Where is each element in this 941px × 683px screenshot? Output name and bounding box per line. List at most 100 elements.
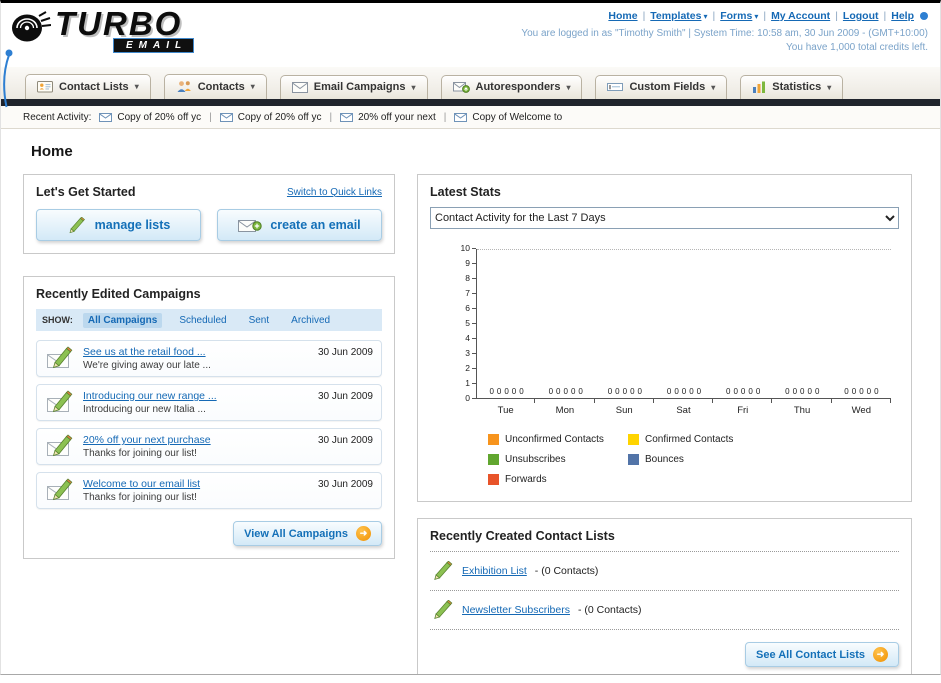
recent-activity-item[interactable]: Copy of Welcome to bbox=[454, 112, 562, 123]
recent-activity-item[interactable]: Copy of 20% off yc bbox=[219, 112, 322, 123]
contact-lists-icon bbox=[37, 81, 53, 93]
turbo-email-dashboard: TURBO EMAIL Home | Templates ▾ | Forms ▾ | My Ac… bbox=[0, 0, 941, 675]
campaign-text: 20% off your next purchase Thanks for joi… bbox=[83, 434, 310, 459]
credits-info: You have 1,000 total credits left. bbox=[786, 42, 928, 53]
recent-activity-link[interactable]: Copy of Welcome to bbox=[472, 112, 562, 123]
top-link-logout[interactable]: Logout bbox=[843, 10, 879, 22]
recent-activity-label: Recent Activity: bbox=[23, 111, 92, 123]
chart-bar-group: 00000 bbox=[536, 387, 595, 396]
bar-value-label: 0 bbox=[630, 387, 635, 396]
recent-activity-link[interactable]: Copy of 20% off yc bbox=[117, 112, 201, 123]
campaign-title-link[interactable]: 20% off your next purchase bbox=[83, 434, 310, 446]
chart-value-labels: 00000000000000000000000000000000000 bbox=[477, 387, 891, 396]
nav-tab-autoresponders[interactable]: Autoresponders ▾ bbox=[440, 75, 583, 99]
recent-activity-item[interactable]: 20% off your next bbox=[340, 112, 436, 123]
x-axis-label: Sat bbox=[676, 405, 691, 416]
legend-swatch bbox=[628, 454, 639, 465]
legend-label: Unsubscribes bbox=[505, 454, 566, 465]
x-axis-tickmark bbox=[595, 399, 654, 403]
top-link-home[interactable]: Home bbox=[608, 10, 637, 22]
legend-label: Bounces bbox=[645, 454, 684, 465]
chevron-down-icon: ▾ bbox=[711, 82, 716, 92]
campaign-title-link[interactable]: Introducing our new range ... bbox=[83, 390, 310, 402]
campaign-text: Introducing our new range ... Introducing… bbox=[83, 390, 310, 415]
see-all-contact-lists-button[interactable]: See All Contact Lists ➜ bbox=[744, 642, 899, 667]
top-link-my-account[interactable]: My Account bbox=[771, 10, 830, 22]
contact-list-name-link[interactable]: Exhibition List bbox=[462, 565, 527, 577]
campaign-date: 30 Jun 2009 bbox=[317, 479, 373, 490]
manage-lists-label: manage lists bbox=[94, 218, 171, 232]
recent-activity-item[interactable]: Copy of 20% off yc bbox=[99, 112, 201, 123]
login-info: You are logged in as "Timothy Smith" | S… bbox=[521, 28, 928, 39]
custom-fields-icon bbox=[607, 83, 624, 91]
contact-list-count: - (0 Contacts) bbox=[534, 565, 599, 577]
recent-activity-bar: Recent Activity: Copy of 20% off yc | Cop… bbox=[1, 106, 940, 129]
recently-edited-campaigns-panel: Recently Edited Campaigns SHOW: All Camp… bbox=[23, 276, 395, 559]
campaign-envelope-pencil-icon bbox=[47, 434, 73, 457]
chevron-down-icon: ▾ bbox=[566, 82, 571, 92]
campaign-filter-sent[interactable]: Sent bbox=[244, 313, 275, 328]
main-content: Home Let's Get Started Switch to Quick L… bbox=[1, 129, 940, 674]
campaign-text: See us at the retail food ... We're givin… bbox=[83, 346, 310, 371]
nav-tab-contact-lists[interactable]: Contact Lists ▾ bbox=[25, 74, 151, 99]
campaign-date: 30 Jun 2009 bbox=[317, 435, 373, 446]
logo-swoosh-tail bbox=[3, 49, 13, 108]
y-axis-label: 3 bbox=[465, 348, 470, 358]
manage-lists-button[interactable]: manage lists bbox=[36, 209, 201, 241]
header-right: Home | Templates ▾ | Forms ▾ | My Account | Logout… bbox=[521, 10, 928, 53]
x-axis-tickmark bbox=[476, 399, 536, 403]
chart-plot: 00000000000000000000000000000000000 bbox=[476, 249, 891, 399]
campaign-filter-all-campaigns[interactable]: All Campaigns bbox=[82, 312, 163, 328]
view-all-campaigns-button[interactable]: View All Campaigns ➜ bbox=[233, 521, 382, 546]
main-nav: Contact Lists ▾ Contacts ▾ Email Campaig… bbox=[1, 67, 940, 99]
bar-value-label: 0 bbox=[807, 387, 812, 396]
nav-tab-email-campaigns[interactable]: Email Campaigns ▾ bbox=[279, 75, 428, 99]
chart-bar-group: 00000 bbox=[654, 387, 713, 396]
legend-swatch bbox=[488, 474, 499, 485]
nav-tab-label: Email Campaigns bbox=[313, 81, 406, 93]
stats-activity-select[interactable]: Contact Activity for the Last 7 Days bbox=[430, 207, 899, 229]
separator: | bbox=[443, 111, 447, 123]
bar-value-label: 0 bbox=[785, 387, 790, 396]
campaign-list: See us at the retail food ... We're givin… bbox=[36, 340, 382, 509]
top-link-forms[interactable]: Forms bbox=[720, 10, 752, 22]
campaign-filter-scheduled[interactable]: Scheduled bbox=[174, 313, 231, 328]
view-all-campaigns-label: View All Campaigns bbox=[244, 527, 348, 540]
campaign-filter-archived[interactable]: Archived bbox=[286, 313, 335, 328]
bar-value-label: 0 bbox=[674, 387, 679, 396]
nav-tab-contacts[interactable]: Contacts ▾ bbox=[163, 74, 267, 99]
chart-x-axis: Tue Mon Sun Sat Fri Thu Wed bbox=[476, 405, 891, 416]
create-email-button[interactable]: create an email bbox=[217, 209, 382, 241]
nav-tab-custom-fields[interactable]: Custom Fields ▾ bbox=[595, 75, 728, 99]
switch-to-quick-links-link[interactable]: Switch to Quick Links bbox=[287, 187, 382, 198]
contact-lists-panel-title: Recently Created Contact Lists bbox=[430, 529, 615, 543]
legend-label: Forwards bbox=[505, 474, 547, 485]
chevron-down-icon: ▾ bbox=[250, 82, 255, 91]
legend-entry: Confirmed Contacts bbox=[628, 434, 768, 445]
nav-tab-label: Contacts bbox=[197, 80, 245, 93]
x-axis-tickmark bbox=[832, 399, 891, 403]
chart-legend: Unconfirmed Contacts Confirmed Contacts Un… bbox=[488, 434, 891, 485]
bar-value-label: 0 bbox=[681, 387, 687, 396]
contact-list-row: Newsletter Subscribers - (0 Contacts) bbox=[430, 590, 899, 629]
top-link-templates[interactable]: Templates bbox=[650, 10, 701, 22]
recent-activity-link[interactable]: 20% off your next bbox=[358, 112, 436, 123]
top-link-help[interactable]: Help bbox=[891, 10, 914, 22]
campaign-title-link[interactable]: See us at the retail food ... bbox=[83, 346, 310, 358]
nav-tab-statistics[interactable]: Statistics ▾ bbox=[740, 75, 844, 99]
chart-bar-group: 00000 bbox=[595, 387, 654, 396]
campaign-date: 30 Jun 2009 bbox=[317, 391, 373, 402]
y-axis-label: 0 bbox=[465, 393, 470, 403]
email-campaigns-icon bbox=[291, 81, 308, 93]
page-title: Home bbox=[31, 143, 73, 160]
bar-value-label: 0 bbox=[489, 387, 494, 396]
campaign-title-link[interactable]: Welcome to our email list bbox=[83, 478, 310, 490]
bar-value-label: 0 bbox=[733, 387, 738, 396]
recent-activity-link[interactable]: Copy of 20% off yc bbox=[238, 112, 322, 123]
contact-list-name-link[interactable]: Newsletter Subscribers bbox=[462, 604, 570, 616]
bar-value-label: 0 bbox=[556, 387, 561, 396]
recently-created-contact-lists-panel: Recently Created Contact Lists Exhibitio… bbox=[417, 518, 912, 674]
separator: | bbox=[835, 10, 838, 22]
bar-value-label: 0 bbox=[496, 387, 502, 396]
nav-tab-label: Custom Fields bbox=[629, 81, 706, 93]
